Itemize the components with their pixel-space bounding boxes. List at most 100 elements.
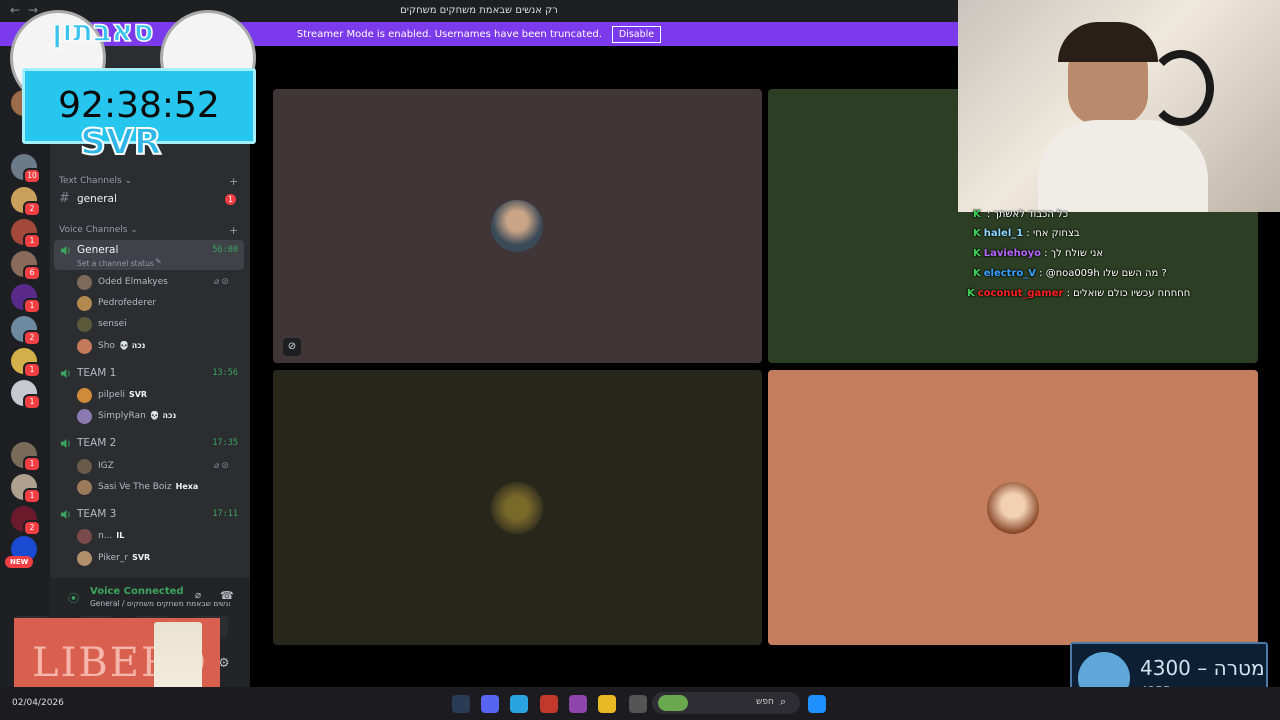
server-icon[interactable]: 6 — [11, 251, 41, 281]
signal-icon[interactable]: ⦿ — [68, 590, 79, 606]
server-badge: 6 — [23, 265, 41, 281]
channel-timer: 17:35 — [212, 438, 238, 448]
speaker-icon — [60, 509, 70, 520]
channel-name: TEAM 3 — [77, 508, 117, 520]
category-label: Voice Channels — [59, 225, 128, 235]
server-badge: 10 — [23, 168, 41, 184]
muted-deafened-icon: ⌀⊘ — [214, 277, 231, 287]
app-icon[interactable] — [540, 695, 558, 713]
voice-connected-title[interactable]: Voice Connected — [90, 586, 184, 597]
username: Pedrofederer — [98, 298, 157, 308]
user-tag: 💀 נכה — [118, 341, 146, 350]
server-icon[interactable]: 1 — [11, 474, 41, 504]
streamer-shirt — [1038, 120, 1208, 212]
server-icon[interactable]: 1 — [11, 442, 41, 472]
username: SimplyRan — [98, 411, 146, 421]
server-icon[interactable]: 2 — [11, 506, 41, 536]
username: n... — [98, 531, 113, 541]
chat-text: כל הכבוד לאשתך — [993, 209, 1068, 220]
video-grid: ⊘ — [250, 46, 1258, 687]
goal-label: מטרה — [1213, 656, 1265, 680]
steam-icon[interactable] — [452, 695, 470, 713]
chat-message: Kcoconut_gamer : חחחחח עכשיו כולם שואלים — [967, 288, 1191, 299]
server-icon[interactable]: 2 — [11, 187, 41, 217]
chat-text: אני שולח לך — [1050, 248, 1104, 259]
text-channels-category[interactable]: Text Channels ⌄ + — [59, 175, 238, 188]
muted-deafened-icon: ⌀⊘ — [214, 461, 231, 471]
streamer-hair — [1058, 22, 1158, 62]
search-placeholder: חפש — [756, 697, 774, 707]
server-icon[interactable]: 1 — [11, 348, 41, 378]
category-label: Text Channels — [59, 176, 122, 186]
avatar — [77, 339, 92, 354]
voice-channel-general[interactable]: General 56:00 Set a channel status ✎ — [54, 240, 244, 270]
video-tile[interactable] — [273, 370, 762, 645]
channel-timer: 17:11 — [212, 509, 238, 519]
pencil-icon[interactable]: ✎ — [155, 257, 162, 266]
server-badge: 1 — [23, 362, 41, 378]
chrome-icon[interactable] — [598, 695, 616, 713]
disable-streamer-button[interactable]: Disable — [611, 25, 662, 43]
user-tag: 💀 נכה — [149, 411, 177, 420]
video-tile[interactable]: ⊘ — [273, 89, 762, 363]
voice-channel-team-2[interactable]: TEAM 2 17:35 — [54, 433, 244, 455]
server-badge: 1 — [23, 394, 41, 410]
participant-avatar — [491, 200, 543, 252]
telegram-icon[interactable] — [510, 695, 528, 713]
user-tag: SVR — [128, 390, 148, 399]
username: Sho — [98, 341, 115, 351]
noise-suppression-icon[interactable]: ⌀ — [195, 590, 201, 601]
avatar — [77, 275, 92, 290]
unread-badge: 1 — [225, 194, 236, 205]
channel-name: general — [77, 193, 117, 205]
taskbar-date: 02/04/2026 — [12, 698, 64, 708]
file-explorer-icon[interactable] — [629, 695, 647, 713]
channel-name: General — [77, 244, 119, 256]
hashtag-icon: # — [59, 191, 70, 206]
stream-chat-overlay: K : כל הכבוד לאשתך Khalel_1 : בצחוק אחי … — [965, 207, 1255, 307]
server-badge: 2 — [23, 330, 41, 346]
server-icon[interactable]: 1 — [11, 219, 41, 249]
speaker-icon — [60, 368, 70, 379]
chat-username: coconut_gamer — [977, 288, 1064, 299]
username: Oded Elmakyes — [98, 277, 168, 287]
disconnect-icon[interactable]: ☎ — [220, 589, 234, 602]
obs-icon[interactable] — [569, 695, 587, 713]
channel-name: TEAM 2 — [77, 437, 117, 449]
username: pilpeli — [98, 390, 125, 400]
channel-status[interactable]: Set a channel status — [77, 259, 154, 268]
chat-text: @noa009h מה השם שלו ? — [1045, 268, 1167, 279]
add-channel-icon[interactable]: + — [229, 175, 238, 188]
avatar — [77, 551, 92, 566]
chat-username: electro_V — [983, 268, 1036, 279]
taskbar-search[interactable]: חפש ⌕ — [652, 692, 800, 714]
avatar — [77, 317, 92, 332]
channel-timer: 13:56 — [212, 368, 238, 378]
headphones-icon — [1148, 50, 1214, 126]
username: Piker_r — [98, 553, 129, 563]
avatar — [77, 296, 92, 311]
user-tag: SVR — [132, 553, 151, 562]
chat-username: Laviehoyo — [983, 248, 1041, 259]
server-icon[interactable]: 2 — [11, 316, 41, 346]
server-badge: 1 — [23, 456, 41, 472]
voice-channel-team-1[interactable]: TEAM 1 13:56 — [54, 363, 244, 385]
username: sensei — [98, 319, 127, 329]
goal-target: 4300 — [1140, 656, 1191, 680]
avatar — [77, 459, 92, 474]
channel-name: TEAM 1 — [77, 367, 117, 379]
server-icon[interactable]: 1 — [11, 284, 41, 314]
video-tile[interactable] — [768, 370, 1258, 645]
avatar — [77, 409, 92, 424]
voice-channels-category[interactable]: Voice Channels ⌄ + — [59, 224, 238, 237]
speaker-icon — [60, 245, 70, 256]
discord-icon[interactable] — [481, 695, 499, 713]
username: IGZ — [98, 461, 114, 471]
voice-channel-team-3[interactable]: TEAM 3 17:11 — [54, 504, 244, 526]
windows-start-icon[interactable] — [808, 695, 826, 713]
add-channel-icon[interactable]: + — [229, 224, 238, 237]
channel-general-text[interactable]: # general 1 — [54, 189, 244, 211]
server-badge: 1 — [23, 233, 41, 249]
server-icon[interactable]: 1 — [11, 380, 41, 410]
server-badge: 2 — [23, 201, 41, 217]
